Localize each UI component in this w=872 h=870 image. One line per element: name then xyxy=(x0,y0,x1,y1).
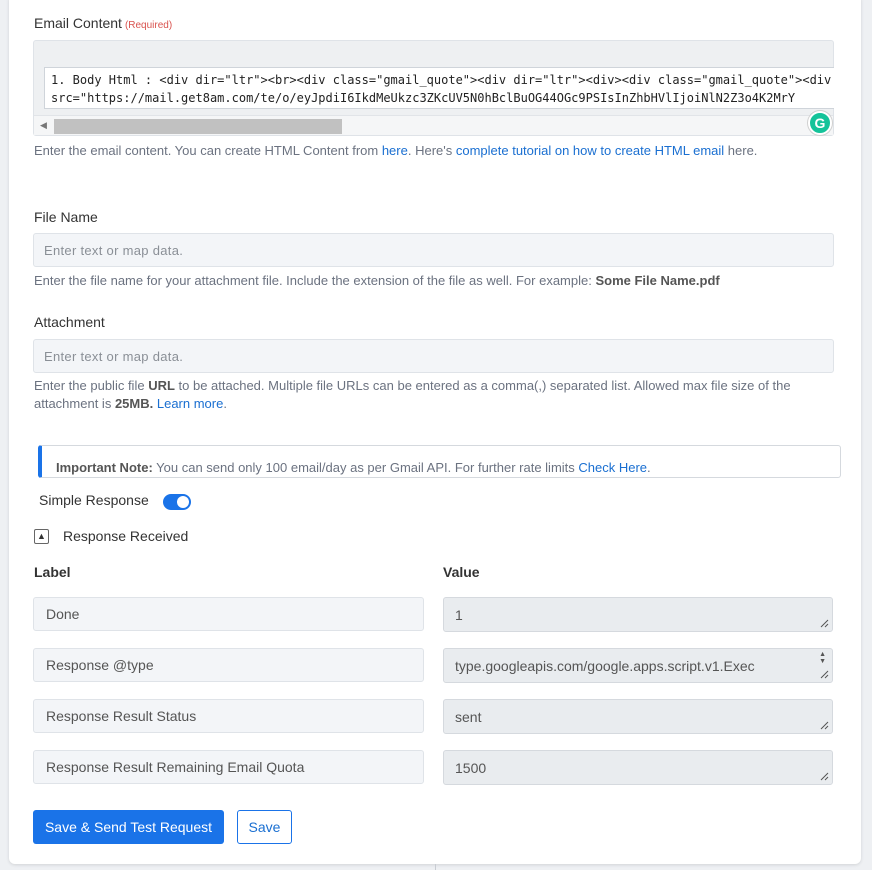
attachment-input[interactable]: Enter text or map data. xyxy=(33,339,834,373)
value-column-header: Value xyxy=(443,564,480,580)
value-text: 1 xyxy=(455,606,463,623)
resize-handle-icon[interactable] xyxy=(820,619,829,628)
resize-handle-icon[interactable] xyxy=(820,721,829,730)
scroll-arrows-icon[interactable]: ▲ ▼ xyxy=(819,651,826,665)
check-here-link[interactable]: Check Here xyxy=(578,460,647,475)
email-content-help: Enter the email content. You can create … xyxy=(34,143,758,158)
email-content-label: Email Content (Required) xyxy=(34,15,173,31)
tutorial-link[interactable]: complete tutorial on how to create HTML … xyxy=(456,143,724,158)
horizontal-scrollbar[interactable]: ◀ xyxy=(34,115,833,135)
row-label-quota: Response Result Remaining Email Quota xyxy=(33,750,424,784)
email-content-editor[interactable]: 1. Body Html : <div dir="ltr"><br><div c… xyxy=(33,40,834,136)
code-line-2: src="https://mail.get8am.com/te/o/eyJpdi… xyxy=(51,91,796,105)
here-link[interactable]: here xyxy=(382,143,408,158)
simple-response-toggle[interactable] xyxy=(162,494,191,510)
row-value-quota[interactable]: 1500 xyxy=(443,750,833,785)
row-label-done: Done xyxy=(33,597,424,631)
row-value-done[interactable]: 1 xyxy=(443,597,833,632)
row-label-type: Response @type xyxy=(33,648,424,682)
value-text: type.googleapis.com/google.apps.script.v… xyxy=(455,657,755,674)
simple-response-label: Simple Response xyxy=(39,492,149,508)
row-label-status: Response Result Status xyxy=(33,699,424,733)
resize-handle-icon[interactable] xyxy=(820,772,829,781)
chevron-up-icon[interactable]: ▲ xyxy=(34,528,49,544)
simple-response-row: Simple Response xyxy=(39,492,191,510)
file-name-label: File Name xyxy=(34,209,98,225)
attachment-label: Attachment xyxy=(34,314,105,330)
label-column-header: Label xyxy=(34,564,71,580)
save-button[interactable]: Save xyxy=(237,810,292,844)
code-line-1: 1. Body Html : <div dir="ltr"><br><div c… xyxy=(51,73,834,87)
resize-handle-icon[interactable] xyxy=(820,670,829,679)
scrollbar-thumb[interactable] xyxy=(54,119,342,134)
grammarly-icon[interactable]: G xyxy=(808,111,832,135)
row-value-status[interactable]: sent xyxy=(443,699,833,734)
code-area[interactable]: 1. Body Html : <div dir="ltr"><br><div c… xyxy=(44,67,834,109)
response-received-label: Response Received xyxy=(63,528,189,544)
value-text: 1500 xyxy=(455,759,487,776)
save-and-send-test-button[interactable]: Save & Send Test Request xyxy=(33,810,224,844)
file-name-input[interactable]: Enter text or map data. xyxy=(33,233,834,267)
divider xyxy=(435,864,436,870)
important-note: Important Note: You can send only 100 em… xyxy=(38,445,841,478)
row-value-type[interactable]: type.googleapis.com/google.apps.script.v… xyxy=(443,648,833,683)
required-indicator: (Required) xyxy=(124,20,173,31)
response-received-header[interactable]: ▲ Response Received xyxy=(34,528,188,544)
scroll-left-icon[interactable]: ◀ xyxy=(40,120,47,131)
learn-more-link[interactable]: Learn more xyxy=(157,396,223,411)
value-text: sent xyxy=(455,708,482,725)
attachment-help: Enter the public file URL to be attached… xyxy=(34,378,791,411)
file-name-help: Enter the file name for your attachment … xyxy=(34,273,720,288)
